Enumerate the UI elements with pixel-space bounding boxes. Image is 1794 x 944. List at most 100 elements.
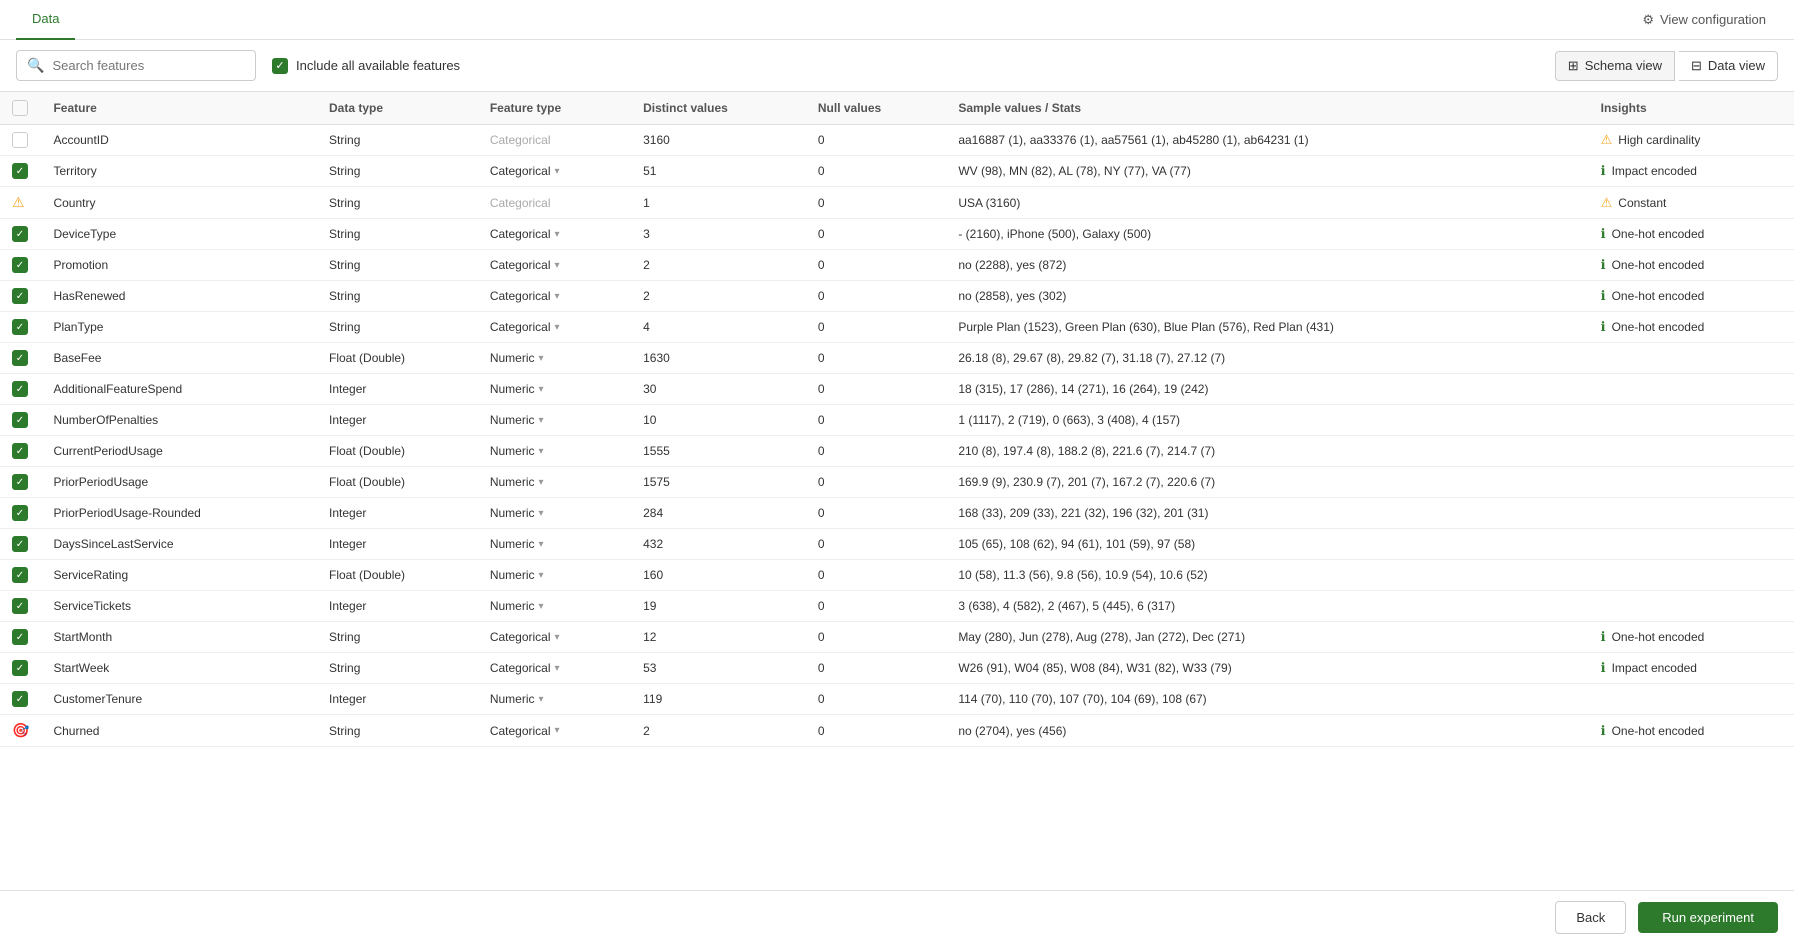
col-null-values: Null values — [806, 92, 946, 125]
feature-type-dropdown[interactable]: ▾ — [539, 415, 544, 426]
info-icon: ℹ — [1601, 660, 1606, 676]
row-checkbox[interactable] — [12, 319, 28, 335]
run-experiment-button[interactable]: Run experiment — [1638, 902, 1778, 933]
row-checkbox[interactable] — [12, 598, 28, 614]
feature-type-dropdown[interactable]: ▾ — [539, 539, 544, 550]
row-checkbox[interactable] — [12, 257, 28, 273]
feature-type-dropdown[interactable]: ▾ — [555, 725, 560, 736]
target-icon: 🎯 — [12, 722, 29, 738]
null-values: 0 — [806, 281, 946, 312]
include-all-checkbox[interactable] — [272, 58, 288, 74]
feature-type: Categorical ▾ — [478, 312, 631, 343]
view-config-button[interactable]: ⚙ View configuration — [1630, 6, 1778, 34]
insight-cell: ℹOne-hot encoded — [1601, 629, 1782, 645]
distinct-values: 51 — [631, 156, 806, 187]
row-checkbox[interactable] — [12, 350, 28, 366]
row-check-cell[interactable] — [0, 156, 41, 187]
insights: ℹImpact encoded — [1589, 156, 1794, 187]
feature-type-dropdown[interactable]: ▾ — [555, 166, 560, 177]
row-check-cell[interactable] — [0, 684, 41, 715]
feature-type-dropdown[interactable]: ▾ — [539, 353, 544, 364]
include-all-container[interactable]: Include all available features — [272, 58, 460, 74]
row-checkbox[interactable] — [12, 381, 28, 397]
feature-type-dropdown[interactable]: ▾ — [539, 508, 544, 519]
feature-type-dropdown[interactable]: ▾ — [555, 663, 560, 674]
row-checkbox[interactable] — [12, 505, 28, 521]
row-check-cell[interactable] — [0, 250, 41, 281]
feature-type-dropdown[interactable]: ▾ — [555, 632, 560, 643]
sample-values: W26 (91), W04 (85), W08 (84), W31 (82), … — [946, 653, 1588, 684]
row-check-cell[interactable] — [0, 498, 41, 529]
distinct-values: 119 — [631, 684, 806, 715]
feature-type: Categorical — [478, 125, 631, 156]
warn-icon: ⚠ — [12, 194, 25, 210]
back-button[interactable]: Back — [1555, 901, 1626, 934]
feature-type-dropdown[interactable]: ▾ — [539, 446, 544, 457]
col-feature-type: Feature type — [478, 92, 631, 125]
sample-values: 169.9 (9), 230.9 (7), 201 (7), 167.2 (7)… — [946, 467, 1588, 498]
row-check-cell[interactable] — [0, 560, 41, 591]
row-checkbox[interactable] — [12, 660, 28, 676]
feature-type-dropdown[interactable]: ▾ — [539, 384, 544, 395]
row-checkbox[interactable] — [12, 691, 28, 707]
row-checkbox[interactable] — [12, 567, 28, 583]
search-input[interactable] — [52, 58, 245, 73]
feature-type-dropdown[interactable]: ▾ — [539, 477, 544, 488]
row-checkbox[interactable] — [12, 288, 28, 304]
feature-type-dropdown[interactable]: ▾ — [539, 694, 544, 705]
row-checkbox[interactable] — [12, 474, 28, 490]
row-check-cell[interactable] — [0, 436, 41, 467]
feature-type: Numeric ▾ — [478, 405, 631, 436]
feature-type-dropdown[interactable]: ▾ — [539, 601, 544, 612]
insights: ℹOne-hot encoded — [1589, 715, 1794, 747]
row-check-cell[interactable] — [0, 343, 41, 374]
insight-text: Constant — [1618, 196, 1666, 210]
row-checkbox[interactable] — [12, 163, 28, 179]
distinct-values: 1555 — [631, 436, 806, 467]
feature-name: HasRenewed — [41, 281, 317, 312]
sample-values: no (2704), yes (456) — [946, 715, 1588, 747]
feature-type-dropdown[interactable]: ▾ — [555, 291, 560, 302]
null-values: 0 — [806, 560, 946, 591]
row-check-cell[interactable] — [0, 219, 41, 250]
table-row: ⚠ Country String Categorical 1 0 USA (31… — [0, 187, 1794, 219]
row-checkbox[interactable] — [12, 412, 28, 428]
null-values: 0 — [806, 529, 946, 560]
row-checkbox[interactable] — [12, 443, 28, 459]
info-icon: ℹ — [1601, 257, 1606, 273]
row-checkbox[interactable] — [12, 629, 28, 645]
insights: ⚠High cardinality — [1589, 125, 1794, 156]
search-box[interactable]: 🔍 — [16, 50, 256, 81]
row-check-cell[interactable] — [0, 653, 41, 684]
row-check-cell[interactable] — [0, 591, 41, 622]
distinct-values: 2 — [631, 250, 806, 281]
header-checkbox[interactable] — [12, 100, 28, 116]
distinct-values: 3 — [631, 219, 806, 250]
schema-view-button[interactable]: ⊞ Schema view — [1555, 51, 1675, 81]
row-check-cell[interactable] — [0, 467, 41, 498]
sample-values: no (2288), yes (872) — [946, 250, 1588, 281]
row-check-cell[interactable] — [0, 622, 41, 653]
data-type: Integer — [317, 529, 478, 560]
sample-values: USA (3160) — [946, 187, 1588, 219]
row-check-cell[interactable] — [0, 374, 41, 405]
insights — [1589, 529, 1794, 560]
data-type: Integer — [317, 684, 478, 715]
row-checkbox[interactable] — [12, 226, 28, 242]
feature-type-dropdown[interactable]: ▾ — [555, 322, 560, 333]
row-check-cell[interactable] — [0, 125, 41, 156]
row-checkbox[interactable] — [12, 536, 28, 552]
feature-type-dropdown[interactable]: ▾ — [555, 260, 560, 271]
insights: ℹOne-hot encoded — [1589, 219, 1794, 250]
row-check-cell[interactable] — [0, 312, 41, 343]
row-check-cell[interactable] — [0, 281, 41, 312]
row-checkbox[interactable] — [12, 132, 28, 148]
feature-type: Categorical ▾ — [478, 622, 631, 653]
feature-type-dropdown[interactable]: ▾ — [555, 229, 560, 240]
feature-name: Churned — [41, 715, 317, 747]
row-check-cell[interactable] — [0, 405, 41, 436]
feature-type-dropdown[interactable]: ▾ — [539, 570, 544, 581]
data-view-button[interactable]: ⊟ Data view — [1679, 51, 1778, 81]
tab-data[interactable]: Data — [16, 0, 75, 40]
row-check-cell[interactable] — [0, 529, 41, 560]
